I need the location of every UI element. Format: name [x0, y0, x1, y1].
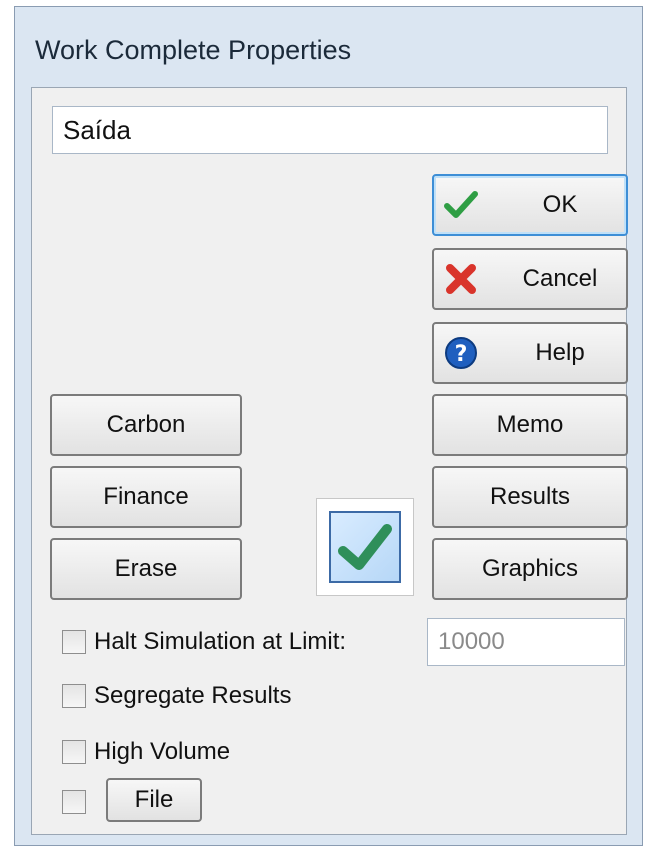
high-volume-checkbox[interactable] — [62, 740, 86, 764]
file-checkbox[interactable] — [62, 790, 86, 814]
high-volume-label: High Volume — [94, 738, 231, 765]
ok-button[interactable]: OK — [432, 174, 628, 236]
finance-button[interactable]: Finance — [50, 466, 242, 528]
halt-simulation-label: Halt Simulation at Limit: — [94, 628, 347, 655]
x-icon — [444, 262, 478, 296]
help-icon: ? — [444, 336, 478, 370]
cancel-button[interactable]: Cancel — [432, 248, 628, 310]
finance-label: Finance — [103, 483, 189, 510]
graphics-button[interactable]: Graphics — [432, 538, 628, 600]
graphics-label: Graphics — [481, 555, 579, 582]
check-icon — [444, 188, 478, 222]
memo-label: Memo — [496, 411, 564, 438]
help-button[interactable]: ? Help — [432, 322, 628, 384]
cancel-label: Cancel — [522, 265, 598, 292]
results-button[interactable]: Results — [432, 466, 628, 528]
work-complete-properties-dialog: Work Complete Properties OK Cancel ? Hel… — [14, 6, 643, 846]
carbon-label: Carbon — [106, 411, 186, 438]
erase-button[interactable]: Erase — [50, 538, 242, 600]
file-button[interactable]: File — [106, 778, 202, 822]
status-check-box[interactable] — [316, 498, 414, 596]
halt-simulation-checkbox[interactable] — [62, 630, 86, 654]
title-bar[interactable]: Work Complete Properties — [15, 7, 642, 87]
svg-text:?: ? — [455, 342, 468, 367]
ok-label: OK — [542, 191, 578, 218]
name-field[interactable] — [52, 106, 608, 154]
file-label: File — [134, 786, 174, 813]
help-label: Help — [535, 339, 585, 366]
memo-button[interactable]: Memo — [432, 394, 628, 456]
dialog-body: OK Cancel ? Help Memo Results Graphics C… — [31, 87, 628, 835]
erase-label: Erase — [114, 555, 178, 582]
segregate-results-checkbox[interactable] — [62, 684, 86, 708]
carbon-button[interactable]: Carbon — [50, 394, 242, 456]
limit-field[interactable] — [427, 618, 625, 666]
big-check-icon — [329, 511, 401, 583]
results-label: Results — [489, 483, 571, 510]
segregate-results-label: Segregate Results — [94, 682, 292, 709]
dialog-title: Work Complete Properties — [35, 35, 352, 65]
